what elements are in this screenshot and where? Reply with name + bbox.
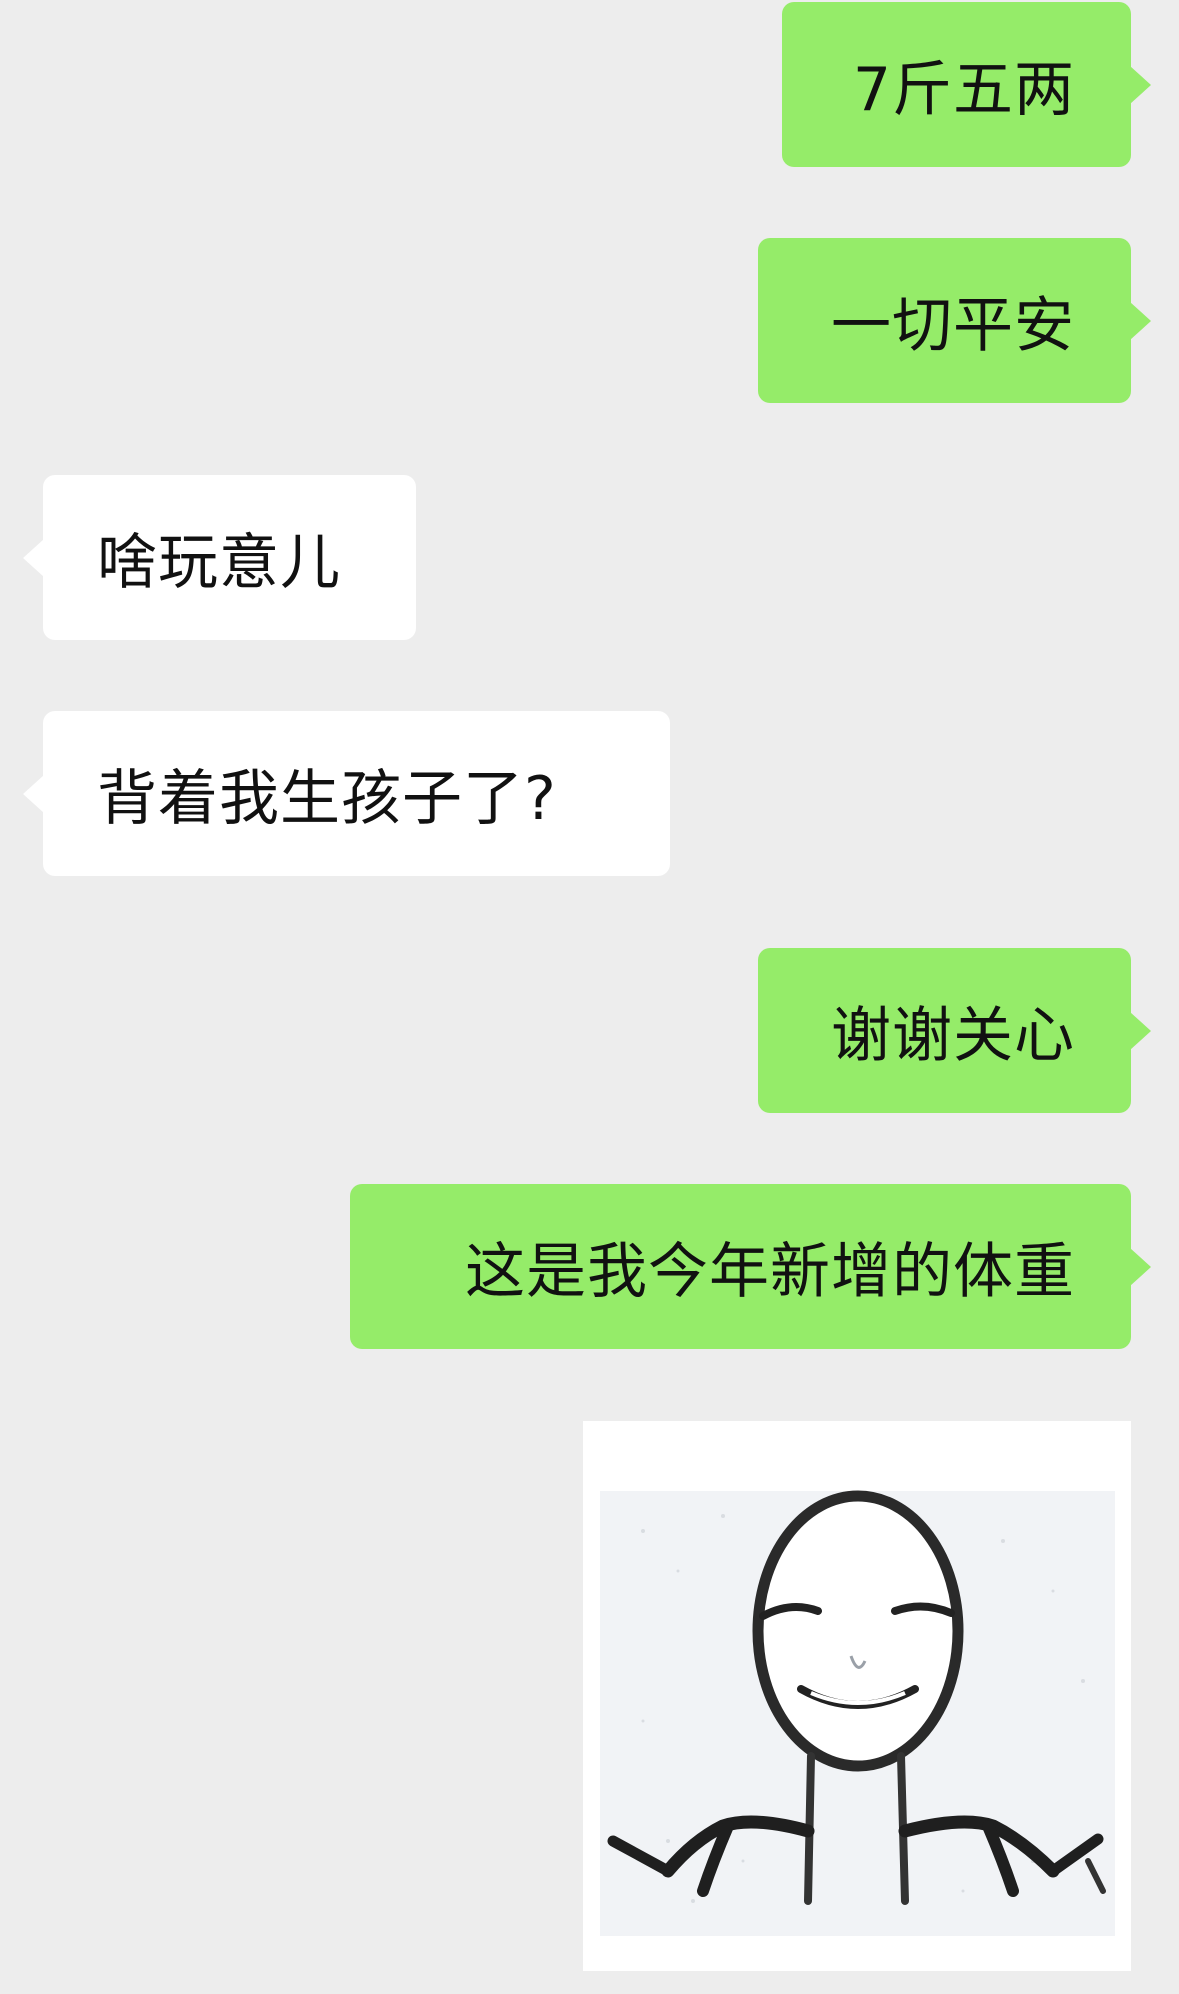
message-text: 啥玩意儿 [97,528,341,598]
shrug-meme-face-sticker-icon [583,1421,1131,1971]
message-bubble-outgoing[interactable]: 7斤五两 [782,2,1151,167]
message-text: 背着我生孩子了? [97,764,557,834]
message-text: 这是我今年新增的体重 [465,1237,1075,1307]
message-bubble-outgoing[interactable]: 一切平安 [758,238,1151,403]
sticker-message[interactable] [583,1421,1131,1971]
message-bubble-incoming[interactable]: 啥玩意儿 [23,475,416,640]
message-text: 一切平安 [831,291,1075,361]
message-bubble-outgoing[interactable]: 谢谢关心 [758,948,1151,1113]
chat-message-list: 7斤五两 一切平安 啥玩意儿 背着我生孩子了? 谢谢关心 这是我今年新增的体重 [0,0,1179,1994]
message-bubble-incoming[interactable]: 背着我生孩子了? [23,711,670,876]
message-text: 谢谢关心 [831,1001,1075,1071]
message-text: 7斤五两 [852,55,1075,125]
message-bubble-outgoing[interactable]: 这是我今年新增的体重 [350,1184,1151,1349]
